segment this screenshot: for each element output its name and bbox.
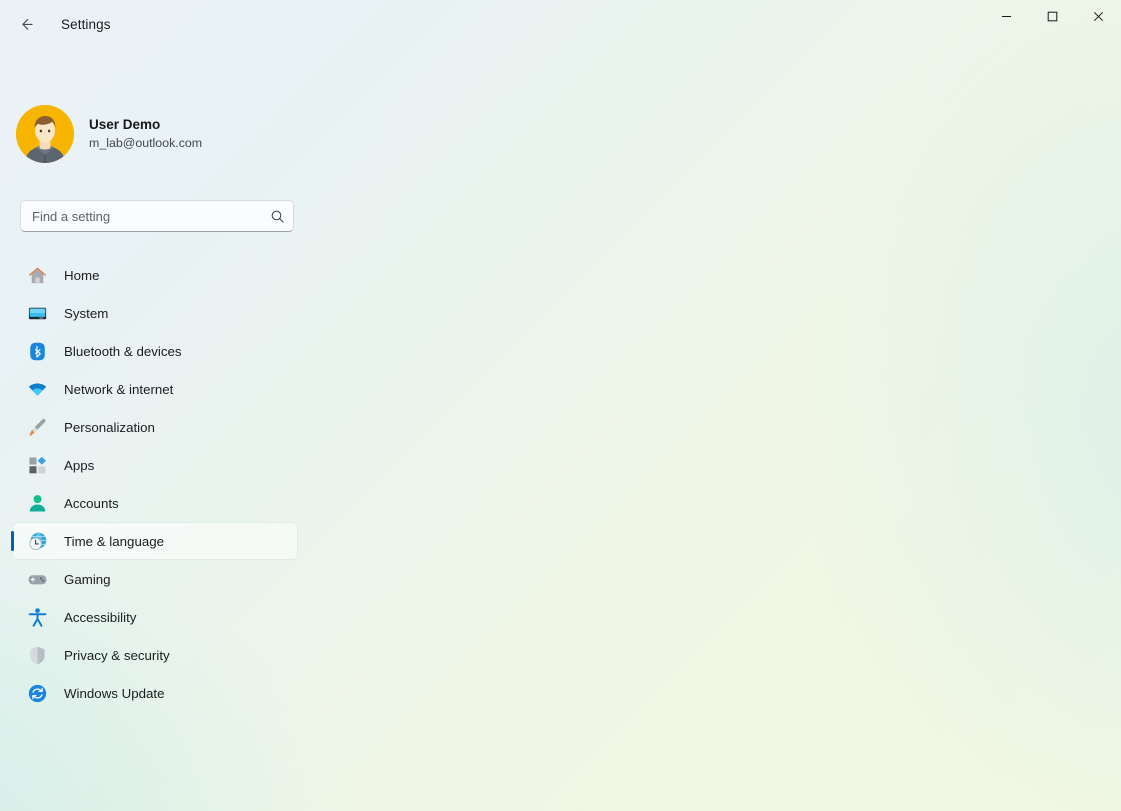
sidebar-item-label: Time & language <box>64 534 164 549</box>
user-avatar-icon <box>16 105 74 163</box>
sidebar-item-time-language[interactable]: Time & language <box>13 523 297 559</box>
accessibility-icon <box>26 606 48 628</box>
settings-window: Settings <box>0 0 1121 811</box>
bluetooth-icon <box>26 340 48 362</box>
home-icon <box>26 264 48 286</box>
minimize-button[interactable] <box>983 0 1029 33</box>
network-icon <box>26 378 48 400</box>
sidebar-nav: Home System <box>0 255 310 713</box>
sidebar-item-privacy-security[interactable]: Privacy & security <box>13 637 297 673</box>
gaming-icon <box>26 568 48 590</box>
window-title: Settings <box>61 17 111 32</box>
sidebar-item-bluetooth[interactable]: Bluetooth & devices <box>13 333 297 369</box>
close-button[interactable] <box>1075 0 1121 33</box>
sidebar-item-network[interactable]: Network & internet <box>13 371 297 407</box>
minimize-icon <box>1001 11 1012 22</box>
maximize-icon <box>1047 11 1058 22</box>
account-block[interactable]: User Demo m_lab@outlook.com <box>16 105 310 163</box>
sidebar-item-system[interactable]: System <box>13 295 297 331</box>
sidebar-item-apps[interactable]: Apps <box>13 447 297 483</box>
sidebar: User Demo m_lab@outlook.com <box>0 105 310 811</box>
sidebar-item-label: Accessibility <box>64 610 136 625</box>
back-arrow-icon <box>18 16 35 33</box>
close-icon <box>1093 11 1104 22</box>
windows-update-icon <box>26 682 48 704</box>
sidebar-item-label: Gaming <box>64 572 111 587</box>
system-icon <box>26 302 48 324</box>
account-email: m_lab@outlook.com <box>89 135 202 152</box>
sidebar-item-accounts[interactable]: Accounts <box>13 485 297 521</box>
sidebar-item-label: Personalization <box>64 420 155 435</box>
sidebar-item-label: System <box>64 306 108 321</box>
accounts-icon <box>26 492 48 514</box>
sidebar-item-label: Accounts <box>64 496 119 511</box>
search-icon <box>270 209 285 224</box>
sidebar-item-gaming[interactable]: Gaming <box>13 561 297 597</box>
sidebar-item-home[interactable]: Home <box>13 257 297 293</box>
sidebar-item-label: Home <box>64 268 99 283</box>
privacy-shield-icon <box>26 644 48 666</box>
sidebar-item-windows-update[interactable]: Windows Update <box>13 675 297 711</box>
search-button[interactable] <box>261 209 293 224</box>
sidebar-item-personalization[interactable]: Personalization <box>13 409 297 445</box>
title-bar: Settings <box>0 0 1121 48</box>
time-language-icon <box>26 530 48 552</box>
sidebar-item-label: Bluetooth & devices <box>64 344 182 359</box>
back-button[interactable] <box>9 7 43 41</box>
account-name: User Demo <box>89 116 202 133</box>
search-input[interactable] <box>21 209 261 224</box>
avatar <box>16 105 74 163</box>
caption-buttons <box>983 0 1121 48</box>
sidebar-item-label: Windows Update <box>64 686 165 701</box>
sidebar-item-label: Apps <box>64 458 94 473</box>
personalization-icon <box>26 416 48 438</box>
sidebar-item-accessibility[interactable]: Accessibility <box>13 599 297 635</box>
maximize-button[interactable] <box>1029 0 1075 33</box>
apps-icon <box>26 454 48 476</box>
account-text: User Demo m_lab@outlook.com <box>89 116 202 152</box>
search-box[interactable] <box>20 200 294 232</box>
sidebar-item-label: Network & internet <box>64 382 173 397</box>
sidebar-item-label: Privacy & security <box>64 648 170 663</box>
